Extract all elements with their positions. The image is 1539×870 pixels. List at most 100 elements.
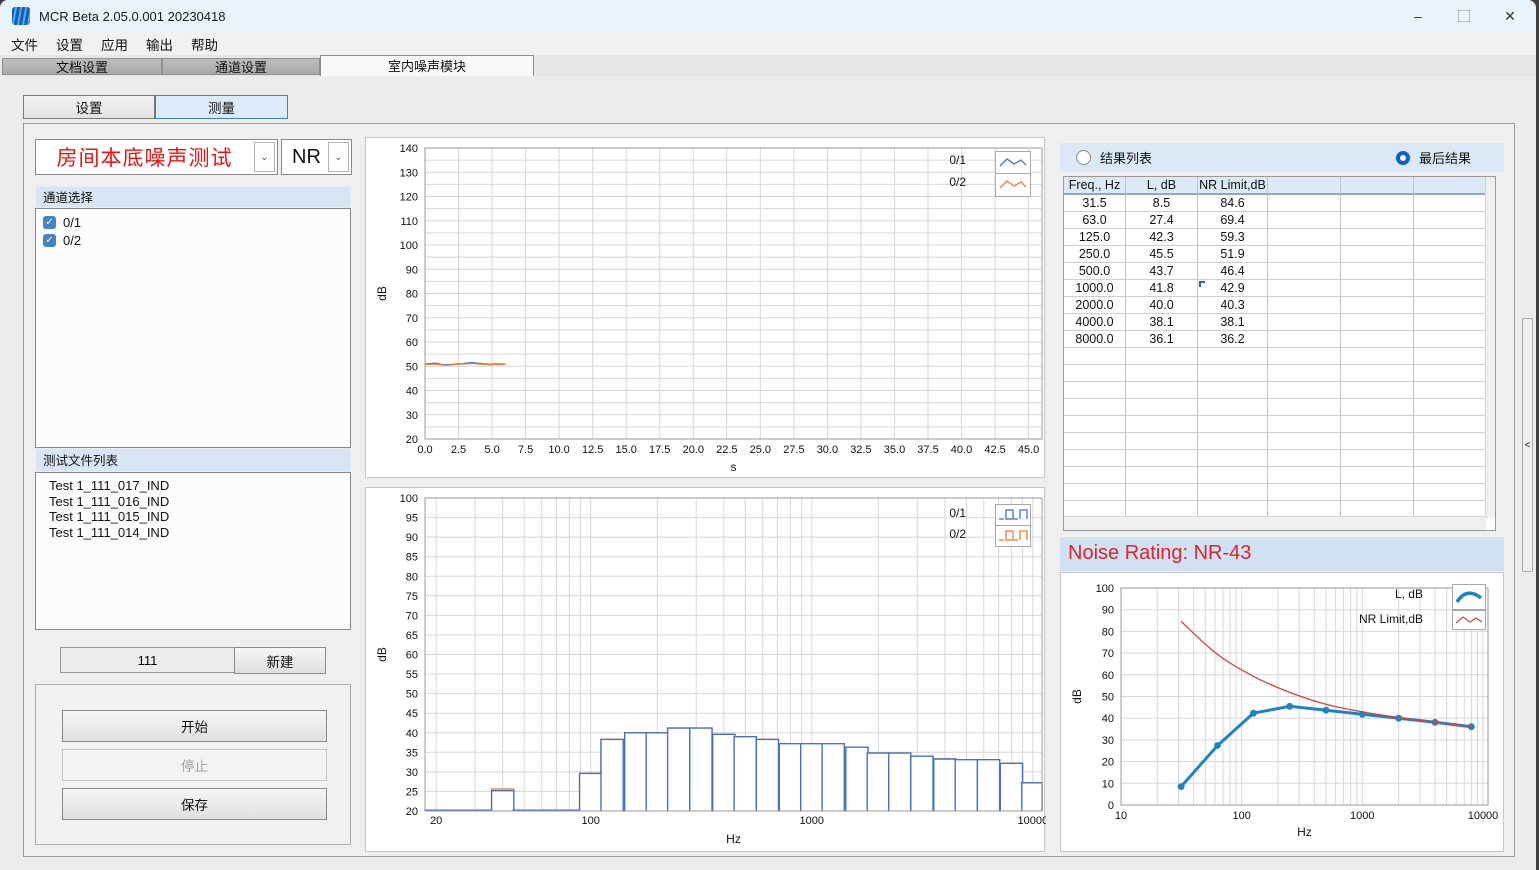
close-button[interactable]: ✕ — [1487, 0, 1533, 32]
svg-text:25.0: 25.0 — [750, 444, 771, 456]
vertical-scrollbar-track[interactable] — [1485, 177, 1495, 517]
table-row[interactable] — [1064, 416, 1495, 433]
table-cell — [1198, 450, 1268, 467]
svg-text:80: 80 — [1102, 626, 1114, 638]
table-cell — [1414, 246, 1488, 263]
table-cell — [1341, 297, 1414, 314]
table-cell — [1064, 484, 1126, 501]
svg-text:60: 60 — [1102, 670, 1114, 682]
menu-item-output[interactable]: 输出 — [137, 32, 182, 56]
rating-type-dropdown[interactable]: NR ⌄ — [281, 139, 352, 175]
table-cell — [1341, 416, 1414, 433]
subtab-measure[interactable]: 测量 — [155, 95, 288, 119]
table-row[interactable] — [1064, 450, 1495, 467]
table-cell — [1341, 348, 1414, 365]
last-result-radio[interactable] — [1396, 151, 1410, 165]
table-cell — [1414, 399, 1488, 416]
table-row[interactable] — [1064, 467, 1495, 484]
table-row[interactable] — [1064, 484, 1495, 501]
start-button[interactable]: 开始 — [62, 710, 327, 742]
table-cell — [1414, 263, 1488, 280]
application-window: MCR Beta 2.05.0.001 20230418 – ✕ 文件设置应用输… — [0, 0, 1539, 870]
table-row[interactable]: 500.043.746.4 — [1064, 263, 1495, 280]
table-row[interactable]: 4000.038.138.1 — [1064, 314, 1495, 331]
svg-text:95: 95 — [406, 513, 418, 525]
file-list-item[interactable]: Test 1_111_014_IND — [36, 525, 350, 541]
table-cell — [1126, 484, 1198, 501]
file-prefix-input[interactable] — [60, 647, 235, 673]
svg-text:Hz: Hz — [726, 832, 741, 846]
svg-text:50: 50 — [406, 689, 418, 701]
table-cell: 4000.0 — [1064, 314, 1126, 331]
file-list-item[interactable]: Test 1_111_016_IND — [36, 494, 350, 510]
checkbox-checked-icon[interactable]: ✓ — [43, 216, 56, 229]
minimize-button[interactable]: – — [1395, 0, 1441, 32]
svg-text:100: 100 — [400, 493, 418, 505]
svg-text:17.5: 17.5 — [649, 444, 670, 456]
horizontal-scrollbar-track[interactable] — [1064, 516, 1486, 530]
column-header — [1341, 177, 1414, 195]
legend-label: 0/2 — [866, 175, 966, 189]
svg-text:50: 50 — [406, 361, 418, 373]
stop-button[interactable]: 停止 — [62, 749, 327, 781]
result-list-radio[interactable] — [1076, 150, 1091, 165]
new-button[interactable]: 新建 — [234, 647, 326, 674]
table-row[interactable]: 8000.036.136.2 — [1064, 331, 1495, 348]
menu-item-help[interactable]: 帮助 — [182, 32, 227, 56]
table-cell — [1341, 229, 1414, 246]
channel-item[interactable]: ✓0/2 — [36, 231, 350, 249]
svg-text:120: 120 — [400, 192, 418, 204]
table-cell: 84.6 — [1198, 195, 1268, 212]
file-list-item[interactable]: Test 1_111_015_IND — [36, 509, 350, 525]
table-cell — [1126, 467, 1198, 484]
chevron-down-icon[interactable]: ⌄ — [328, 142, 349, 172]
tab-document-settings[interactable]: 文档设置 — [2, 58, 162, 75]
table-row[interactable]: 125.042.359.3 — [1064, 229, 1495, 246]
table-cell: 36.1 — [1126, 331, 1198, 348]
svg-text:12.5: 12.5 — [582, 444, 603, 456]
table-row[interactable]: 63.027.469.4 — [1064, 212, 1495, 229]
channel-item[interactable]: ✓ 0/1 — [36, 213, 350, 231]
table-cell — [1268, 297, 1341, 314]
table-row[interactable] — [1064, 348, 1495, 365]
menu-item-settings[interactable]: 设置 — [47, 32, 92, 56]
table-cell — [1341, 467, 1414, 484]
table-row[interactable] — [1064, 399, 1495, 416]
file-list-item[interactable]: Test 1_111_017_IND — [36, 478, 350, 494]
table-row[interactable] — [1064, 382, 1495, 399]
svg-text:0: 0 — [1108, 800, 1114, 812]
svg-text:60: 60 — [406, 650, 418, 662]
table-cell: 46.4 — [1198, 263, 1268, 280]
table-row[interactable]: 250.045.551.9 — [1064, 246, 1495, 263]
menu-item-file[interactable]: 文件 — [2, 32, 47, 56]
svg-text:10000: 10000 — [1468, 810, 1499, 822]
table-row[interactable]: 31.58.584.6 — [1064, 195, 1495, 212]
chevron-down-icon[interactable]: ⌄ — [254, 142, 275, 172]
tab-room-noise-module[interactable]: 室内噪声模块 — [320, 55, 534, 76]
checkbox-checked-icon[interactable]: ✓ — [43, 234, 56, 247]
table-cell: 8.5 — [1126, 195, 1198, 212]
table-cell — [1198, 484, 1268, 501]
tab-channel-settings[interactable]: 通道设置 — [162, 58, 320, 75]
table-header-row: Freq., HzL, dBNR Limit,dB — [1064, 177, 1495, 195]
table-row[interactable] — [1064, 365, 1495, 382]
svg-text:80: 80 — [406, 571, 418, 583]
window: MCR Beta 2.05.0.001 20230418 – ✕ 文件设置应用输… — [0, 0, 1536, 870]
table-row[interactable]: 2000.040.040.3 — [1064, 297, 1495, 314]
table-cell: 38.1 — [1198, 314, 1268, 331]
table-cell — [1341, 314, 1414, 331]
table-row[interactable] — [1064, 433, 1495, 450]
svg-text:40: 40 — [406, 728, 418, 740]
table-cell — [1268, 263, 1341, 280]
save-button[interactable]: 保存 — [62, 788, 327, 820]
channel-label: 0/1 — [63, 215, 81, 230]
svg-text:85: 85 — [406, 552, 418, 564]
test-type-dropdown[interactable]: 房间本底噪声测试 ⌄ — [35, 139, 278, 175]
panel-collapse-handle[interactable]: < — [1522, 318, 1533, 572]
table-row[interactable]: 1000.041.842.9 — [1064, 280, 1495, 297]
maximize-button[interactable] — [1441, 0, 1487, 32]
subtab-settings[interactable]: 设置 — [23, 95, 155, 119]
table-cell — [1126, 365, 1198, 382]
menu-item-application[interactable]: 应用 — [92, 32, 137, 56]
table-cell: 43.7 — [1126, 263, 1198, 280]
